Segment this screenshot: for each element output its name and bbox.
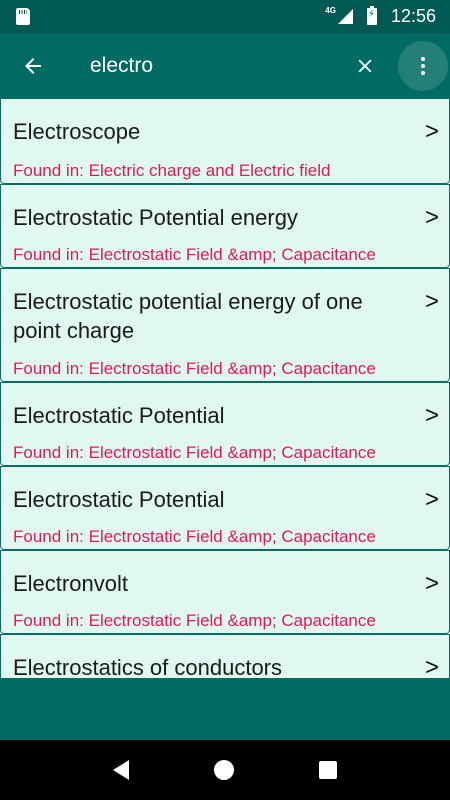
- result-found-in: Found in: Electric charge and Electric f…: [13, 161, 331, 180]
- result-found-in: Found in: Electrostatic Field &amp; Capa…: [13, 359, 376, 378]
- network-type-label: 4G: [325, 6, 336, 15]
- chevron-right-icon: >: [424, 654, 439, 678]
- chevron-right-icon: >: [424, 118, 439, 145]
- overflow-menu-button[interactable]: [398, 41, 448, 91]
- chevron-right-icon: >: [424, 402, 439, 429]
- chevron-right-icon: >: [424, 204, 439, 231]
- result-found-in: Found in: Electrostatic Field &amp; Capa…: [13, 527, 376, 546]
- result-title: Electrostatic Potential energy: [13, 205, 298, 230]
- result-item[interactable]: Electronvolt Found in: Electrostatic Fie…: [0, 550, 450, 634]
- chevron-right-icon: >: [424, 570, 439, 597]
- result-item[interactable]: Electroscope Found in: Electric charge a…: [0, 98, 450, 184]
- result-title: Electrostatics of conductors: [13, 655, 283, 678]
- result-title: Electrostatic Potential: [13, 403, 225, 428]
- chevron-right-icon: >: [424, 288, 439, 315]
- nav-recents-button[interactable]: [319, 761, 338, 779]
- clear-search-button[interactable]: [342, 33, 388, 98]
- close-icon: [358, 59, 372, 72]
- signal-icon: [337, 9, 353, 24]
- result-found-in: Found in: Electrostatic Field &amp; Capa…: [13, 245, 376, 264]
- back-button[interactable]: [0, 33, 66, 98]
- more-vert-icon: [421, 57, 425, 75]
- chevron-right-icon: >: [424, 486, 439, 513]
- sd-card-icon: [16, 8, 30, 25]
- result-item[interactable]: Electrostatic Potential Found in: Electr…: [0, 382, 450, 466]
- arrow-left-icon: [25, 57, 41, 74]
- system-nav-bar: [0, 740, 450, 800]
- result-item[interactable]: Electrostatic potential energy of one po…: [0, 268, 450, 382]
- status-bar: 4G 12:56: [0, 0, 450, 33]
- search-results-list: Electroscope Found in: Electric charge a…: [0, 98, 450, 678]
- status-clock: 12:56: [390, 6, 436, 26]
- battery-charging-icon: [366, 6, 377, 25]
- nav-back-button[interactable]: [112, 760, 129, 780]
- result-found-in: Found in: Electrostatic Field &amp; Capa…: [13, 443, 376, 462]
- search-input[interactable]: [90, 53, 340, 78]
- result-title: Electroscope: [13, 119, 141, 144]
- result-title: Electrostatic Potential: [13, 487, 225, 512]
- result-title: Electrostatic potential energy of one po…: [13, 289, 363, 343]
- result-item[interactable]: Electrostatics of conductors >: [0, 634, 450, 678]
- result-found-in: Found in: Electrostatic Field &amp; Capa…: [13, 611, 376, 630]
- result-title: Electronvolt: [13, 571, 128, 596]
- search-toolbar: [0, 33, 450, 98]
- result-item[interactable]: Electrostatic Potential energy Found in:…: [0, 184, 450, 268]
- bottom-bar-area: [0, 678, 450, 740]
- result-item[interactable]: Electrostatic Potential Found in: Electr…: [0, 466, 450, 550]
- nav-home-button[interactable]: [213, 760, 234, 780]
